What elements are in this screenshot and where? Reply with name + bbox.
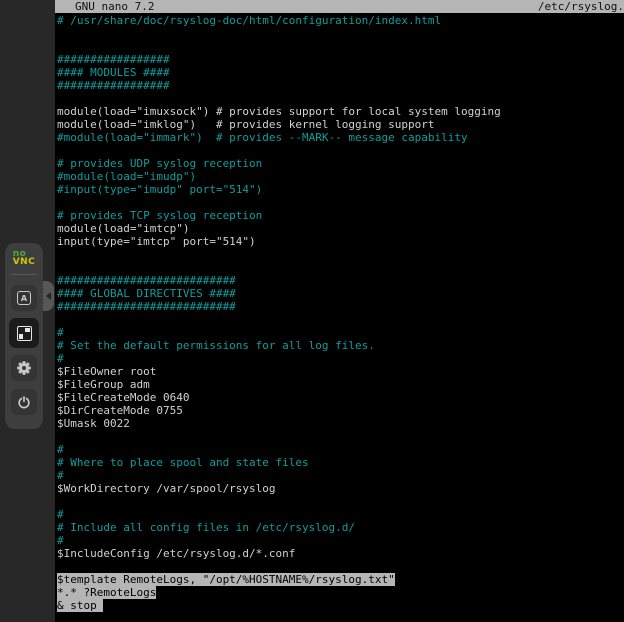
editor-line: $FileCreateMode 0640 xyxy=(57,391,624,404)
novnc-logo-vnc: VNC xyxy=(13,258,36,266)
editor-line: *.* ?RemoteLogs xyxy=(57,586,624,599)
editor-line: # xyxy=(57,443,624,456)
fullscreen-button[interactable] xyxy=(9,318,39,348)
editor-line: # Include all config files in /etc/rsysl… xyxy=(57,521,624,534)
editor-line: ########################### xyxy=(57,300,624,313)
keyboard-key-a-icon: A xyxy=(17,291,31,305)
editor-line: # Set the default permissions for all lo… xyxy=(57,339,624,352)
editor-content[interactable]: # /usr/share/doc/rsyslog-doc/html/config… xyxy=(55,13,624,612)
editor-line xyxy=(57,40,624,53)
editor-line: # xyxy=(57,326,624,339)
editor-line xyxy=(57,27,624,40)
power-button[interactable] xyxy=(11,389,37,415)
panel-collapse-handle[interactable] xyxy=(43,281,54,311)
editor-line: module(load="imklog") # provides kernel … xyxy=(57,118,624,131)
editor-line xyxy=(57,313,624,326)
editor-line: #input(type="imudp" port="514") xyxy=(57,183,624,196)
editor-line: $Umask 0022 xyxy=(57,417,624,430)
editor-line: $FileGroup adm xyxy=(57,378,624,391)
editor-line xyxy=(57,248,624,261)
editor-line: # provides TCP syslog reception xyxy=(57,209,624,222)
editor-line: # provides UDP syslog reception xyxy=(57,157,624,170)
nano-titlebar: GNU nano 7.2 /etc/rsyslog. xyxy=(55,0,624,13)
editor-line xyxy=(57,92,624,105)
editor-line: input(type="imtcp" port="514") xyxy=(57,235,624,248)
fullscreen-icon xyxy=(17,326,32,341)
nano-version-label: GNU nano 7.2 xyxy=(75,0,154,13)
editor-line: $FileOwner root xyxy=(57,365,624,378)
editor-line: # Where to place spool and state files xyxy=(57,456,624,469)
editor-line: module(load="imtcp") xyxy=(57,222,624,235)
editor-line: # xyxy=(57,534,624,547)
editor-line: ########################### xyxy=(57,274,624,287)
editor-line: #### GLOBAL DIRECTIVES #### xyxy=(57,287,624,300)
editor-line: $template RemoteLogs, "/opt/%HOSTNAME%/r… xyxy=(57,573,624,586)
keyboard-button[interactable]: A xyxy=(11,285,37,311)
editor-line xyxy=(57,261,624,274)
editor-line: ################# xyxy=(57,53,624,66)
editor-line: # xyxy=(57,508,624,521)
editor-line xyxy=(57,144,624,157)
editor-line: ################# xyxy=(57,79,624,92)
nano-filename-label: /etc/rsyslog. xyxy=(538,0,624,13)
editor-line xyxy=(57,495,624,508)
settings-button[interactable] xyxy=(11,355,37,381)
editor-line: #module(load="immark") # provides --MARK… xyxy=(57,131,624,144)
editor-line: $DirCreateMode 0755 xyxy=(57,404,624,417)
editor-line: # /usr/share/doc/rsyslog-doc/html/config… xyxy=(57,14,624,27)
editor-line: $WorkDirectory /var/spool/rsyslog xyxy=(57,482,624,495)
novnc-control-bar: no VNC A xyxy=(5,243,43,429)
editor-line xyxy=(57,560,624,573)
editor-line: # xyxy=(57,469,624,482)
editor-line: #### MODULES #### xyxy=(57,66,624,79)
editor-line: & stop xyxy=(57,599,624,612)
editor-line: module(load="imuxsock") # provides suppo… xyxy=(57,105,624,118)
editor-line xyxy=(57,430,624,443)
novnc-logo: no VNC xyxy=(13,250,36,266)
editor-line xyxy=(57,196,624,209)
editor-line: # xyxy=(57,352,624,365)
editor-line: #module(load="imudp") xyxy=(57,170,624,183)
power-icon xyxy=(15,393,33,411)
terminal-window[interactable]: GNU nano 7.2 /etc/rsyslog. # /usr/share/… xyxy=(55,0,624,622)
panel-divider xyxy=(11,274,37,275)
editor-line: $IncludeConfig /etc/rsyslog.d/*.conf xyxy=(57,547,624,560)
chevron-left-icon xyxy=(46,292,51,300)
gear-icon xyxy=(15,359,33,377)
